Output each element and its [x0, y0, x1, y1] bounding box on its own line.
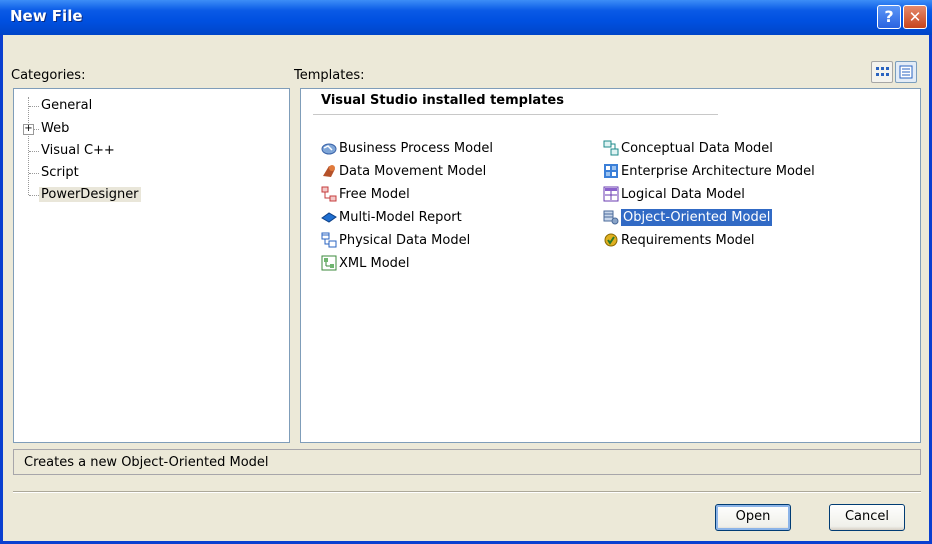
- window-title: New File: [10, 7, 83, 25]
- template-label: Multi-Model Report: [339, 209, 462, 225]
- large-icons-icon: [876, 67, 889, 76]
- template-label: Conceptual Data Model: [621, 140, 773, 156]
- tree-connector: [28, 97, 29, 195]
- template-label: Object-Oriented Model: [621, 208, 773, 226]
- large-icons-view-button[interactable]: [871, 61, 893, 83]
- templates-list[interactable]: Visual Studio installed templates Busine…: [300, 88, 921, 443]
- tree-connector: [29, 195, 39, 196]
- free-model-icon: [321, 186, 337, 202]
- data-movement-icon: [321, 163, 337, 179]
- logical-data-icon: [603, 186, 619, 202]
- template-label: Logical Data Model: [621, 186, 745, 202]
- template-label: Enterprise Architecture Model: [621, 163, 815, 179]
- template-label: Requirements Model: [621, 232, 755, 248]
- xml-icon: [321, 255, 337, 271]
- business-process-icon: [321, 140, 337, 156]
- template-logical-data-model[interactable]: Logical Data Model: [603, 184, 745, 204]
- physical-data-icon: [321, 232, 337, 248]
- categories-tree[interactable]: + General Web Visual C++ Script PowerDes…: [13, 88, 290, 443]
- template-enterprise-architecture-model[interactable]: Enterprise Architecture Model: [603, 161, 815, 181]
- category-visual-cpp[interactable]: Visual C++: [41, 143, 115, 158]
- open-button[interactable]: Open: [715, 504, 791, 531]
- help-button[interactable]: ?: [877, 5, 901, 29]
- template-business-process-model[interactable]: Business Process Model: [321, 138, 493, 158]
- title-bar[interactable]: New File ? ✕: [0, 0, 932, 35]
- template-data-movement-model[interactable]: Data Movement Model: [321, 161, 486, 181]
- template-object-oriented-model[interactable]: Object-Oriented Model: [603, 207, 773, 227]
- tree-connector: [29, 106, 39, 107]
- section-header-text: Visual Studio installed templates: [321, 93, 564, 108]
- footer-separator: [13, 491, 921, 493]
- template-label: Data Movement Model: [339, 163, 487, 179]
- template-xml-model[interactable]: XML Model: [321, 253, 410, 273]
- object-oriented-icon: [603, 209, 619, 225]
- enterprise-architecture-icon: [603, 163, 619, 179]
- cancel-button[interactable]: Cancel: [829, 504, 905, 531]
- close-button[interactable]: ✕: [903, 5, 927, 29]
- tree-connector: [29, 151, 39, 152]
- template-label: XML Model: [339, 255, 410, 271]
- category-web[interactable]: Web: [41, 121, 69, 136]
- template-conceptual-data-model[interactable]: Conceptual Data Model: [603, 138, 773, 158]
- template-physical-data-model[interactable]: Physical Data Model: [321, 230, 470, 250]
- conceptual-data-icon: [603, 140, 619, 156]
- category-script[interactable]: Script: [41, 165, 79, 180]
- report-icon: [321, 209, 337, 225]
- section-divider: [313, 114, 718, 115]
- template-requirements-model[interactable]: Requirements Model: [603, 230, 755, 250]
- template-free-model[interactable]: Free Model: [321, 184, 410, 204]
- templates-section-header: Visual Studio installed templates: [301, 89, 920, 115]
- new-file-dialog: New File ? ✕ Categories: Templates: + Ge…: [0, 0, 932, 544]
- template-description: Creates a new Object-Oriented Model: [13, 449, 921, 475]
- templates-label: Templates:: [294, 68, 365, 83]
- requirements-icon: [603, 232, 619, 248]
- template-multi-model-report[interactable]: Multi-Model Report: [321, 207, 462, 227]
- categories-label: Categories:: [11, 68, 86, 83]
- category-general[interactable]: General: [41, 98, 92, 113]
- tree-connector: [29, 173, 39, 174]
- template-label: Business Process Model: [339, 140, 493, 156]
- small-icons-view-button[interactable]: [895, 61, 917, 83]
- list-view-icon: [899, 65, 913, 79]
- expand-web-icon[interactable]: +: [23, 124, 34, 135]
- category-powerdesigner[interactable]: PowerDesigner: [39, 187, 141, 202]
- template-label: Free Model: [339, 186, 410, 202]
- template-label: Physical Data Model: [339, 232, 471, 248]
